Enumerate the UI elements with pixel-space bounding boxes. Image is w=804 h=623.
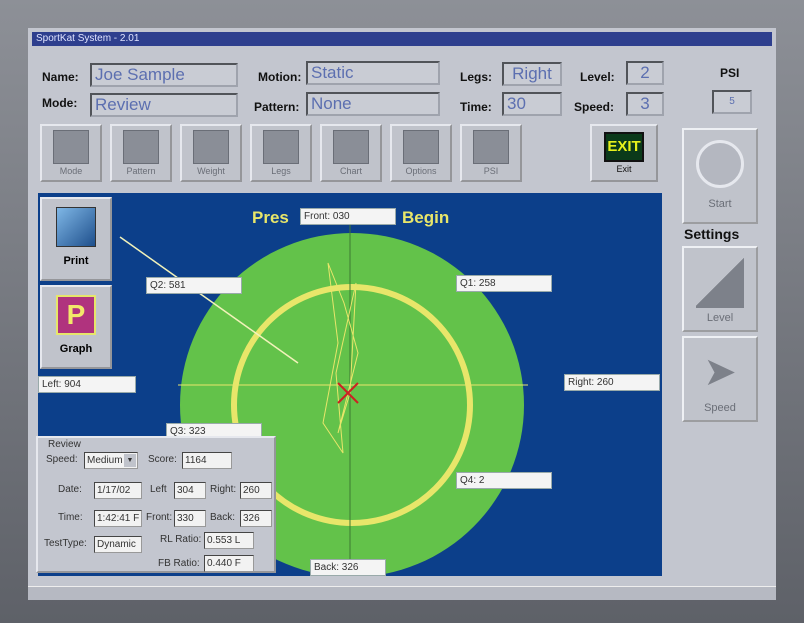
time-label: Time: [460,100,492,114]
options-button-label: Options [405,166,437,176]
review-title: Review [48,439,81,450]
window-title: SportKat System - 2.01 [32,32,772,46]
prompt-right: Begin [402,208,450,227]
legs-label: Legs: [460,70,493,84]
right-readout: Right: 260 [564,374,660,391]
level-label: Level: [580,70,615,84]
psi-button[interactable]: PSI [460,124,522,182]
prompt-left: Pres [252,208,289,227]
pattern-button-label: Pattern [126,166,156,176]
review-fb-label: FB Ratio: [158,558,200,569]
front-readout: Front: 030 [300,208,396,225]
review-fb-field[interactable]: 0.440 F [204,555,254,572]
legs-field[interactable]: Right [502,62,562,86]
mode-icon [53,130,89,164]
start-label: Start [708,198,732,210]
exit-button-label: Exit [616,164,632,174]
name-field[interactable]: Joe Sample [90,63,238,87]
mode-button[interactable]: Mode [40,124,102,182]
level-label: Level [706,312,734,324]
chevron-down-icon[interactable]: ▼ [124,454,136,467]
review-back-field[interactable]: 326 [240,510,272,527]
options-icon [403,130,439,164]
speed-label: Speed: [574,100,615,114]
mode-label: Mode: [42,96,78,110]
left-readout: Left: 904 [38,376,136,393]
review-time-field[interactable]: 1:42:41 F [94,510,142,527]
exit-sign-icon: EXIT [604,132,644,162]
psi-field[interactable]: 5 [712,90,752,114]
settings-heading: Settings [684,226,740,242]
chart-button[interactable]: Chart [320,124,382,182]
weight-button-label: Weight [197,166,225,176]
level-field[interactable]: 2 [626,61,664,85]
review-date-label: Date: [58,484,82,495]
review-time-label: Time: [58,512,83,523]
speed-field[interactable]: 3 [626,92,664,116]
mode-button-label: Mode [59,166,83,176]
chart-button-label: Chart [339,166,362,176]
pattern-icon [123,130,159,164]
graph-button[interactable]: P Graph [40,285,112,369]
legs-button-label: Legs [271,166,291,176]
review-testtype-label: TestType: [44,538,87,549]
stopwatch-icon [696,140,744,188]
legs-button[interactable]: Legs [250,124,312,182]
psi-button-label: PSI [483,166,499,176]
review-panel: Review Speed: Medium ▼ Score: 1164 Date: … [36,436,276,573]
review-testtype-field[interactable]: Dynamic [94,536,142,553]
review-speed-value: Medium [87,455,123,466]
speed-label: Speed [704,402,736,414]
app-window: SportKat System - 2.01 Name: Joe Sample … [28,28,776,600]
review-speed-label: Speed: [46,454,78,465]
review-front-field[interactable]: 330 [174,510,206,527]
motion-label: Motion: [258,70,302,84]
review-back-label: Back: [210,512,236,523]
pattern-field[interactable]: None [306,92,440,116]
chart-icon [333,130,369,164]
mode-field[interactable]: Review [90,93,238,117]
review-rl-label: RL Ratio: [160,534,202,545]
print-icon [56,207,96,247]
psi-label: PSI [720,66,740,80]
psi-icon [473,130,509,164]
print-button[interactable]: Print [40,197,112,281]
review-score-label: Score: [148,454,177,465]
back-readout: Back: 326 [310,559,386,576]
review-front-label: Front: [146,512,173,523]
review-date-field[interactable]: 1/17/02 [94,482,142,499]
time-field[interactable]: 30 [502,92,562,116]
legs-icon [263,130,299,164]
review-speed-select[interactable]: Medium ▼ [84,452,138,469]
motion-field[interactable]: Static [306,61,440,85]
weight-button[interactable]: Weight [180,124,242,182]
runner-icon: ➤ [703,350,737,394]
weight-icon [193,130,229,164]
stairs-icon [696,256,744,308]
pattern-button[interactable]: Pattern [110,124,172,182]
graph-icon: P [56,295,96,335]
q4-readout: Q4: 2 [456,472,552,489]
options-button[interactable]: Options [390,124,452,182]
review-left-field[interactable]: 304 [174,482,206,499]
taskbar [28,586,776,600]
review-rl-field[interactable]: 0.553 L [204,532,254,549]
pattern-label: Pattern: [254,100,300,114]
start-button[interactable]: Start [682,128,758,224]
print-label: Print [63,255,89,267]
exit-button[interactable]: EXIT Exit [590,124,658,182]
review-right-label: Right: [210,484,237,495]
level-button[interactable]: Level [682,246,758,332]
review-left-label: Left [150,484,167,495]
graph-label: Graph [59,343,93,355]
review-right-field[interactable]: 260 [240,482,272,499]
name-label: Name: [42,70,79,84]
q1-readout: Q1: 258 [456,275,552,292]
review-score-field[interactable]: 1164 [182,452,232,469]
speed-button[interactable]: ➤ Speed [682,336,758,422]
q2-readout: Q2: 581 [146,277,242,294]
